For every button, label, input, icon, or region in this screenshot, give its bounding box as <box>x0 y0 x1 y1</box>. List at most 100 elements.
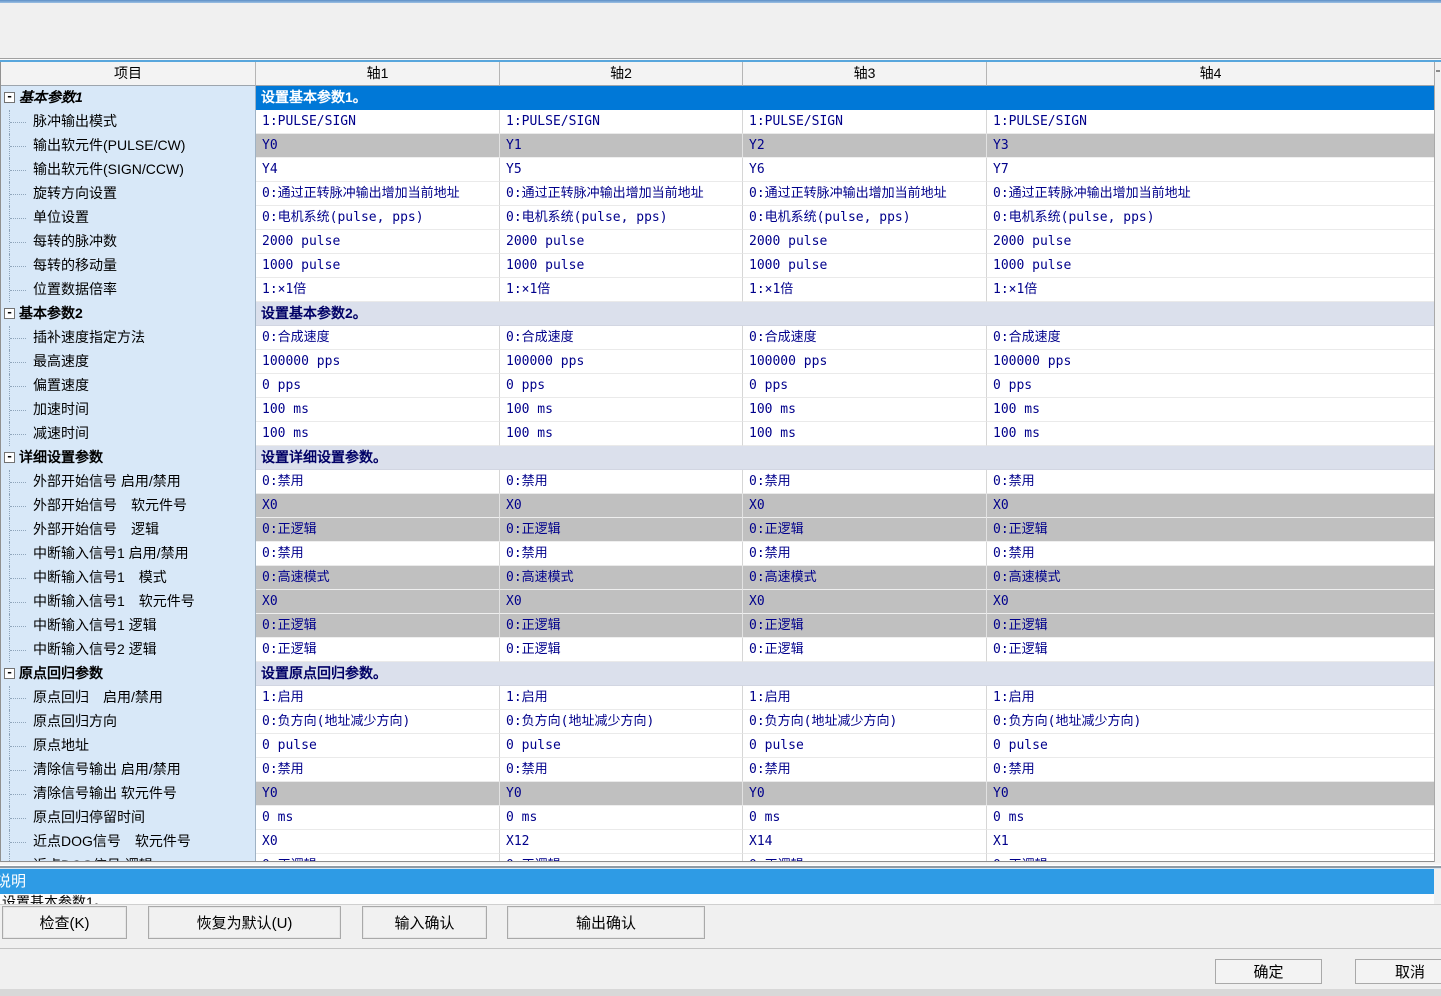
param-cell-axis4[interactable]: 100 ms <box>987 422 1434 446</box>
param-cell-axis2[interactable]: 0:负方向(地址减少方向) <box>500 710 743 734</box>
param-cell-axis2[interactable]: 100 ms <box>500 398 743 422</box>
param-cell-axis3[interactable]: Y6 <box>743 158 987 182</box>
param-cell-axis2[interactable]: 1:×1倍 <box>500 278 743 302</box>
tree-item[interactable]: 减速时间 <box>1 422 256 446</box>
param-cell-axis1[interactable]: 0:电机系统(pulse, pps) <box>256 206 500 230</box>
tree-item[interactable]: 中断输入信号1 逻辑 <box>1 614 256 638</box>
tree-item[interactable]: 清除信号输出 软元件号 <box>1 782 256 806</box>
scrollbar[interactable] <box>1434 62 1441 862</box>
param-cell-axis2[interactable]: 0:禁用 <box>500 470 743 494</box>
param-cell-axis2[interactable]: 0 pps <box>500 374 743 398</box>
param-cell-axis3[interactable]: X0 <box>743 590 987 614</box>
tree-node-3[interactable]: -详细设置参数 <box>1 446 256 470</box>
param-cell-axis3[interactable]: X14 <box>743 830 987 854</box>
tree-item[interactable]: 原点地址 <box>1 734 256 758</box>
tree-item[interactable]: 外部开始信号 启用/禁用 <box>1 470 256 494</box>
param-cell-axis2[interactable]: 0:通过正转脉冲输出增加当前地址 <box>500 182 743 206</box>
param-cell-axis4[interactable]: X0 <box>987 494 1434 518</box>
tree-item[interactable]: 插补速度指定方法 <box>1 326 256 350</box>
param-cell-axis1[interactable]: 100 ms <box>256 398 500 422</box>
tree-item[interactable]: 输出软元件(PULSE/CW) <box>1 134 256 158</box>
param-cell-axis2[interactable]: 0:正逻辑 <box>500 614 743 638</box>
param-cell-axis1[interactable]: 0:正逻辑 <box>256 518 500 542</box>
tree-item[interactable]: 中断输入信号1 启用/禁用 <box>1 542 256 566</box>
param-cell-axis3[interactable]: 2000 pulse <box>743 230 987 254</box>
param-cell-axis1[interactable]: 0:合成速度 <box>256 326 500 350</box>
tree-item[interactable]: 位置数据倍率 <box>1 278 256 302</box>
param-cell-axis4[interactable]: X0 <box>987 590 1434 614</box>
param-cell-axis4[interactable]: 0 pps <box>987 374 1434 398</box>
param-cell-axis3[interactable]: 1:PULSE/SIGN <box>743 110 987 134</box>
tree-item[interactable]: 近点DOG信号 软元件号 <box>1 830 256 854</box>
tree-item[interactable]: 清除信号输出 启用/禁用 <box>1 758 256 782</box>
section-description-cell[interactable]: 设置原点回归参数。 <box>256 662 1434 686</box>
param-cell-axis1[interactable]: 0:正逻辑 <box>256 854 500 861</box>
param-cell-axis2[interactable]: X0 <box>500 494 743 518</box>
tree-item[interactable]: 原点回归停留时间 <box>1 806 256 830</box>
param-cell-axis1[interactable]: Y4 <box>256 158 500 182</box>
param-cell-axis3[interactable]: 0:合成速度 <box>743 326 987 350</box>
param-cell-axis4[interactable]: 0:正逻辑 <box>987 854 1434 861</box>
param-cell-axis4[interactable]: 0 ms <box>987 806 1434 830</box>
param-cell-axis2[interactable]: 100000 pps <box>500 350 743 374</box>
param-cell-axis2[interactable]: X12 <box>500 830 743 854</box>
tree-item[interactable]: 最高速度 <box>1 350 256 374</box>
param-cell-axis4[interactable]: 0:正逻辑 <box>987 518 1434 542</box>
param-cell-axis4[interactable]: X1 <box>987 830 1434 854</box>
section-description-cell[interactable]: 设置基本参数1。 <box>256 86 1434 110</box>
param-cell-axis3[interactable]: 0:禁用 <box>743 758 987 782</box>
param-cell-axis3[interactable]: 0:正逻辑 <box>743 638 987 662</box>
param-cell-axis3[interactable]: 1000 pulse <box>743 254 987 278</box>
param-cell-axis1[interactable]: 1:×1倍 <box>256 278 500 302</box>
param-cell-axis4[interactable]: 1:×1倍 <box>987 278 1434 302</box>
param-cell-axis3[interactable]: 0:正逻辑 <box>743 614 987 638</box>
param-cell-axis3[interactable]: 0:通过正转脉冲输出增加当前地址 <box>743 182 987 206</box>
param-cell-axis3[interactable]: 1:启用 <box>743 686 987 710</box>
param-cell-axis2[interactable]: 0:合成速度 <box>500 326 743 350</box>
param-cell-axis1[interactable]: 100000 pps <box>256 350 500 374</box>
param-cell-axis3[interactable]: 0:高速模式 <box>743 566 987 590</box>
param-cell-axis2[interactable]: 1:PULSE/SIGN <box>500 110 743 134</box>
param-cell-axis4[interactable]: 0:正逻辑 <box>987 614 1434 638</box>
param-cell-axis2[interactable]: Y5 <box>500 158 743 182</box>
param-cell-axis1[interactable]: 0 pps <box>256 374 500 398</box>
param-cell-axis4[interactable]: 0:禁用 <box>987 542 1434 566</box>
param-cell-axis4[interactable]: 1000 pulse <box>987 254 1434 278</box>
param-cell-axis3[interactable]: Y0 <box>743 782 987 806</box>
param-cell-axis1[interactable]: X0 <box>256 590 500 614</box>
tree-item[interactable]: 加速时间 <box>1 398 256 422</box>
param-cell-axis2[interactable]: 0 ms <box>500 806 743 830</box>
param-cell-axis3[interactable]: 0:负方向(地址减少方向) <box>743 710 987 734</box>
param-cell-axis4[interactable]: 1:启用 <box>987 686 1434 710</box>
param-cell-axis4[interactable]: 0:通过正转脉冲输出增加当前地址 <box>987 182 1434 206</box>
param-cell-axis2[interactable]: 0:正逻辑 <box>500 638 743 662</box>
param-cell-axis2[interactable]: 0:正逻辑 <box>500 854 743 861</box>
tree-item[interactable]: 原点回归方向 <box>1 710 256 734</box>
param-cell-axis2[interactable]: Y1 <box>500 134 743 158</box>
output-confirm-button[interactable]: 输出确认 <box>507 906 705 939</box>
param-cell-axis3[interactable]: 0:禁用 <box>743 542 987 566</box>
param-cell-axis4[interactable]: Y0 <box>987 782 1434 806</box>
param-cell-axis1[interactable]: 0:负方向(地址减少方向) <box>256 710 500 734</box>
param-cell-axis3[interactable]: X0 <box>743 494 987 518</box>
collapse-icon[interactable]: - <box>4 92 15 103</box>
param-cell-axis1[interactable]: 1:PULSE/SIGN <box>256 110 500 134</box>
param-cell-axis1[interactable]: 100 ms <box>256 422 500 446</box>
param-cell-axis1[interactable]: 0 pulse <box>256 734 500 758</box>
param-cell-axis3[interactable]: Y2 <box>743 134 987 158</box>
tree-item[interactable]: 单位设置 <box>1 206 256 230</box>
tree-item[interactable]: 中断输入信号2 逻辑 <box>1 638 256 662</box>
param-cell-axis2[interactable]: 0:正逻辑 <box>500 518 743 542</box>
tree-item[interactable]: 外部开始信号 逻辑 <box>1 518 256 542</box>
check-button[interactable]: 检查(K) <box>2 906 127 939</box>
tree-item[interactable]: 每转的移动量 <box>1 254 256 278</box>
param-cell-axis4[interactable]: 0:禁用 <box>987 470 1434 494</box>
tree-node-2[interactable]: -基本参数2 <box>1 302 256 326</box>
param-cell-axis4[interactable]: 100000 pps <box>987 350 1434 374</box>
param-cell-axis3[interactable]: 0:正逻辑 <box>743 854 987 861</box>
param-cell-axis1[interactable]: 1000 pulse <box>256 254 500 278</box>
param-cell-axis3[interactable]: 1:×1倍 <box>743 278 987 302</box>
cancel-button[interactable]: 取消 <box>1355 959 1441 984</box>
param-cell-axis1[interactable]: Y0 <box>256 134 500 158</box>
param-cell-axis4[interactable]: 0:禁用 <box>987 758 1434 782</box>
